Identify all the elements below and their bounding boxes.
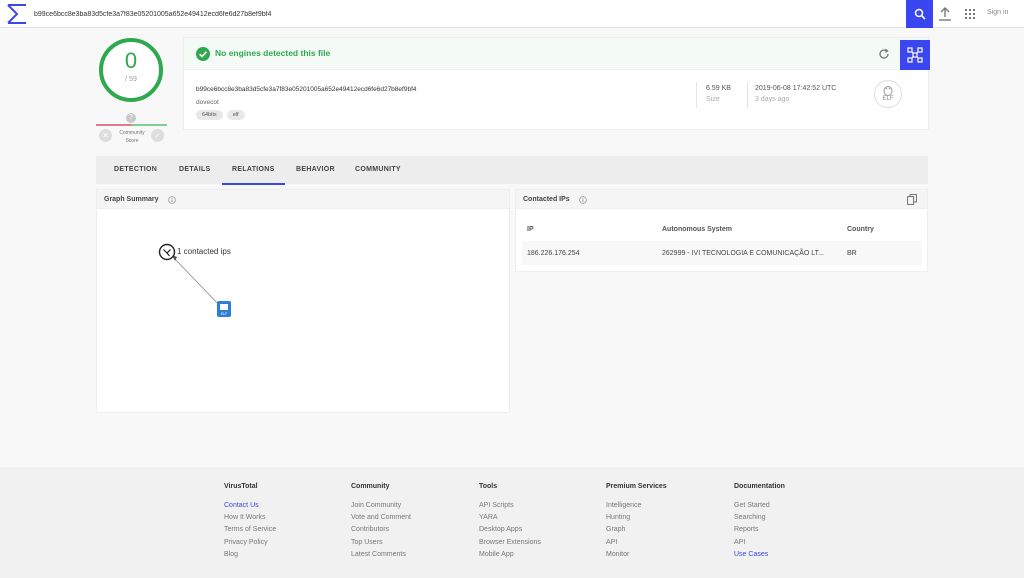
upload-icon[interactable] [938, 6, 952, 22]
footer-link-terms[interactable]: Terms of Service [224, 524, 276, 536]
file-size-value: 6.59 KB [706, 85, 731, 92]
analysis-date: 2019-06-08 17:42:52 UTC [755, 85, 837, 92]
status-text: No engines detected this file [215, 48, 331, 58]
analysis-age: 3 days ago [755, 96, 790, 103]
file-type-badge: ELF [874, 80, 902, 108]
community-score-badge: ? [126, 113, 136, 123]
virustotal-logo-icon[interactable] [6, 3, 28, 25]
footer-link-graph[interactable]: Graph [606, 524, 667, 536]
footer-link-api[interactable]: API [606, 537, 667, 549]
svg-text:ELF: ELF [221, 312, 227, 316]
divider [696, 82, 697, 108]
column-header-country[interactable]: Country [847, 226, 874, 233]
footer: VirusTotal Contact Us How It Works Terms… [0, 467, 1024, 578]
engine-total: / 59 [125, 76, 137, 83]
apps-grid-icon[interactable] [965, 9, 975, 19]
ip-cell[interactable]: 186.226.176.254 [527, 250, 580, 257]
reanalyze-icon[interactable] [878, 48, 890, 60]
footer-link-searching[interactable]: Searching [734, 512, 785, 524]
footer-link-use-cases[interactable]: Use Cases [734, 549, 785, 561]
footer-heading: Premium Services [606, 483, 667, 490]
file-name: dovecot [196, 99, 219, 106]
footer-link-get-started[interactable]: Get Started [734, 500, 785, 512]
footer-link-contributors[interactable]: Contributors [351, 524, 411, 536]
file-summary-card: No engines detected this file b99ce6bcc8… [183, 37, 930, 130]
column-header-ip[interactable]: IP [527, 226, 534, 233]
graph-edge [172, 256, 224, 310]
file-tags: 64bits elf [196, 110, 245, 120]
footer-link-contact-us[interactable]: Contact Us [224, 500, 276, 512]
info-icon[interactable] [168, 196, 176, 204]
footer-link-desktop-apps[interactable]: Desktop Apps [479, 524, 541, 536]
search-icon [914, 8, 926, 20]
tag-elf[interactable]: elf [226, 110, 245, 120]
tab-relations[interactable]: RELATIONS [232, 166, 275, 173]
panel-header: Contacted IPs [516, 190, 927, 209]
tab-behavior[interactable]: BEHAVIOR [296, 166, 335, 173]
footer-link-browser-extensions[interactable]: Browser Extensions [479, 537, 541, 549]
footer-link-monitor[interactable]: Monitor [606, 549, 667, 561]
vote-malicious-button[interactable]: ✕ [99, 129, 112, 142]
footer-column-documentation: Documentation Get Started Searching Repo… [734, 483, 785, 561]
footer-link-blog[interactable]: Blog [224, 549, 276, 561]
footer-heading: Documentation [734, 483, 785, 490]
contacted-ips-panel: Contacted IPs IP Autonomous System Count… [515, 189, 928, 272]
footer-link-mobile-app[interactable]: Mobile App [479, 549, 541, 561]
community-score-label: Community Score [119, 130, 145, 144]
file-hash: b99ce6bcc8e3ba83d5cfe3a7f83e05201005a652… [196, 86, 417, 93]
footer-column-community: Community Join Community Vote and Commen… [351, 483, 411, 561]
footer-link-api-scripts[interactable]: API Scripts [479, 500, 541, 512]
footer-link-how-it-works[interactable]: How It Works [224, 512, 276, 524]
divider [747, 82, 748, 108]
vote-harmless-button[interactable]: ✓ [151, 129, 164, 142]
autonomous-system-cell: 262999 - IVI TECNOLOGIA E COMUNICAÇÃO LT… [662, 250, 824, 257]
graph-summary-title: Graph Summary [104, 196, 159, 203]
detection-count: 0 [124, 48, 138, 73]
tab-details[interactable]: DETAILS [179, 166, 211, 173]
search-button[interactable] [906, 0, 933, 28]
search-input[interactable] [34, 5, 894, 23]
footer-link-yara[interactable]: YARA [479, 512, 541, 524]
status-row: No engines detected this file [184, 38, 930, 70]
footer-column-premium: Premium Services Intelligence Hunting Gr… [606, 483, 667, 561]
check-circle-icon [196, 47, 210, 61]
footer-link-latest-comments[interactable]: Latest Comments [351, 549, 411, 561]
file-size-label: Size [706, 96, 720, 103]
active-tab-indicator [222, 183, 285, 185]
footer-column-virustotal: VirusTotal Contact Us How It Works Terms… [224, 483, 276, 561]
footer-link-reports[interactable]: Reports [734, 524, 785, 536]
tab-community[interactable]: COMMUNITY [355, 166, 401, 173]
relations-graph[interactable]: ELF [97, 210, 509, 413]
panel-header: Graph Summary [97, 190, 509, 209]
footer-link-privacy[interactable]: Privacy Policy [224, 537, 276, 549]
graph-summary-panel: Graph Summary ELF [96, 189, 510, 413]
report-tabs: DETECTION DETAILS RELATIONS BEHAVIOR COM… [96, 156, 928, 184]
footer-link-vote-comment[interactable]: Vote and Comment [351, 512, 411, 524]
column-header-autonomous-system[interactable]: Autonomous System [662, 226, 732, 233]
ip-node-label: 1 contacted ips [177, 247, 231, 256]
tab-detection[interactable]: DETECTION [114, 166, 157, 173]
contacted-ips-title: Contacted IPs [523, 196, 570, 203]
tag-64bits[interactable]: 64bits [196, 110, 223, 120]
community-score-bar [96, 124, 167, 126]
footer-heading: Tools [479, 483, 498, 490]
footer-link-hunting[interactable]: Hunting [606, 512, 667, 524]
footer-link-api-docs[interactable]: API [734, 537, 785, 549]
sign-in-link[interactable]: Sign in [987, 9, 1008, 16]
footer-link-intelligence[interactable]: Intelligence [606, 500, 667, 512]
linux-tux-icon [883, 86, 893, 96]
copy-icon[interactable] [907, 194, 917, 205]
ip-node-icon [158, 243, 176, 261]
top-bar: Sign in [0, 0, 1024, 28]
info-icon[interactable] [579, 196, 587, 204]
footer-column-tools: Tools API Scripts YARA Desktop Apps Brow… [479, 483, 541, 561]
footer-heading: Community [351, 483, 390, 490]
open-graph-button[interactable] [900, 40, 930, 70]
footer-link-top-users[interactable]: Top Users [351, 537, 411, 549]
footer-link-join-community[interactable]: Join Community [351, 500, 411, 512]
country-cell: BR [847, 250, 857, 257]
file-node-icon: ELF [217, 301, 231, 317]
footer-heading: VirusTotal [224, 483, 258, 490]
graph-network-icon [907, 47, 923, 63]
